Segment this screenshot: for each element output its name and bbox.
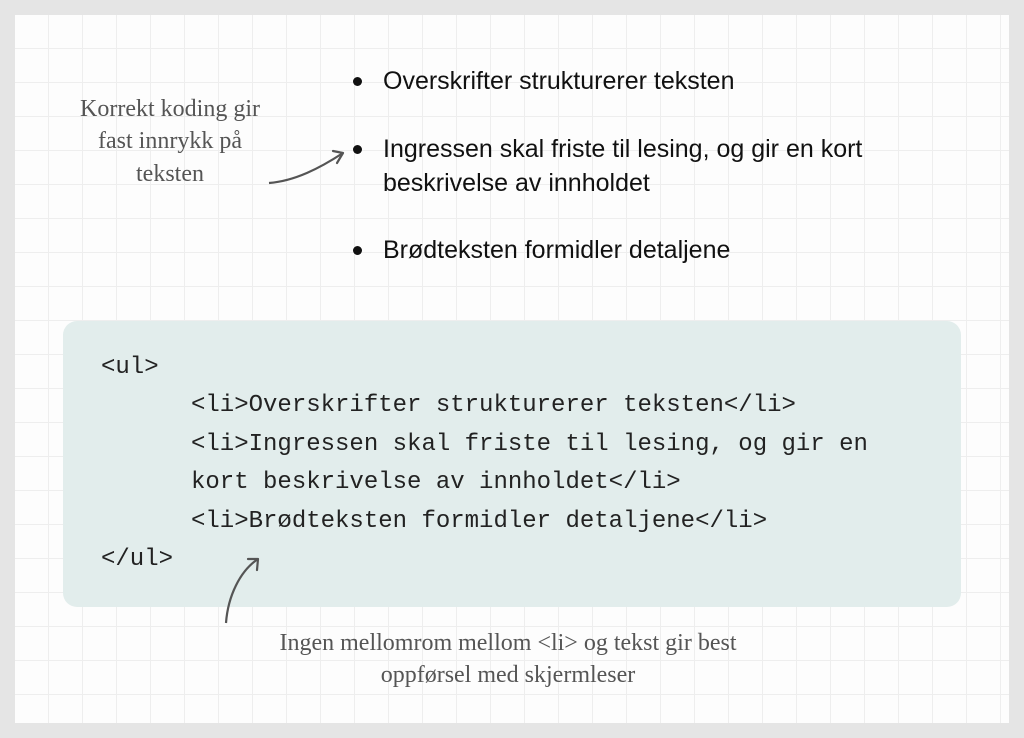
annotation-top: Korrekt koding gir fast innrykk på tekst… bbox=[65, 93, 275, 190]
list-item: Overskrifter strukturerer teksten bbox=[345, 65, 955, 99]
code-block: <ul> <li>Overskrifter strukturerer tekst… bbox=[63, 321, 961, 607]
arrow-top-icon bbox=[265, 143, 355, 193]
list-item: Ingressen skal friste til lesing, og gir… bbox=[345, 133, 955, 201]
grid-canvas: Korrekt koding gir fast innrykk på tekst… bbox=[15, 15, 1009, 723]
annotation-bottom: Ingen mellomrom mellom <li> og tekst gir… bbox=[233, 627, 783, 692]
rendered-list: Overskrifter strukturerer teksten Ingres… bbox=[345, 65, 955, 302]
code-content: <ul> <li>Overskrifter strukturerer tekst… bbox=[101, 349, 923, 579]
list-item: Brødteksten formidler detaljene bbox=[345, 234, 955, 268]
